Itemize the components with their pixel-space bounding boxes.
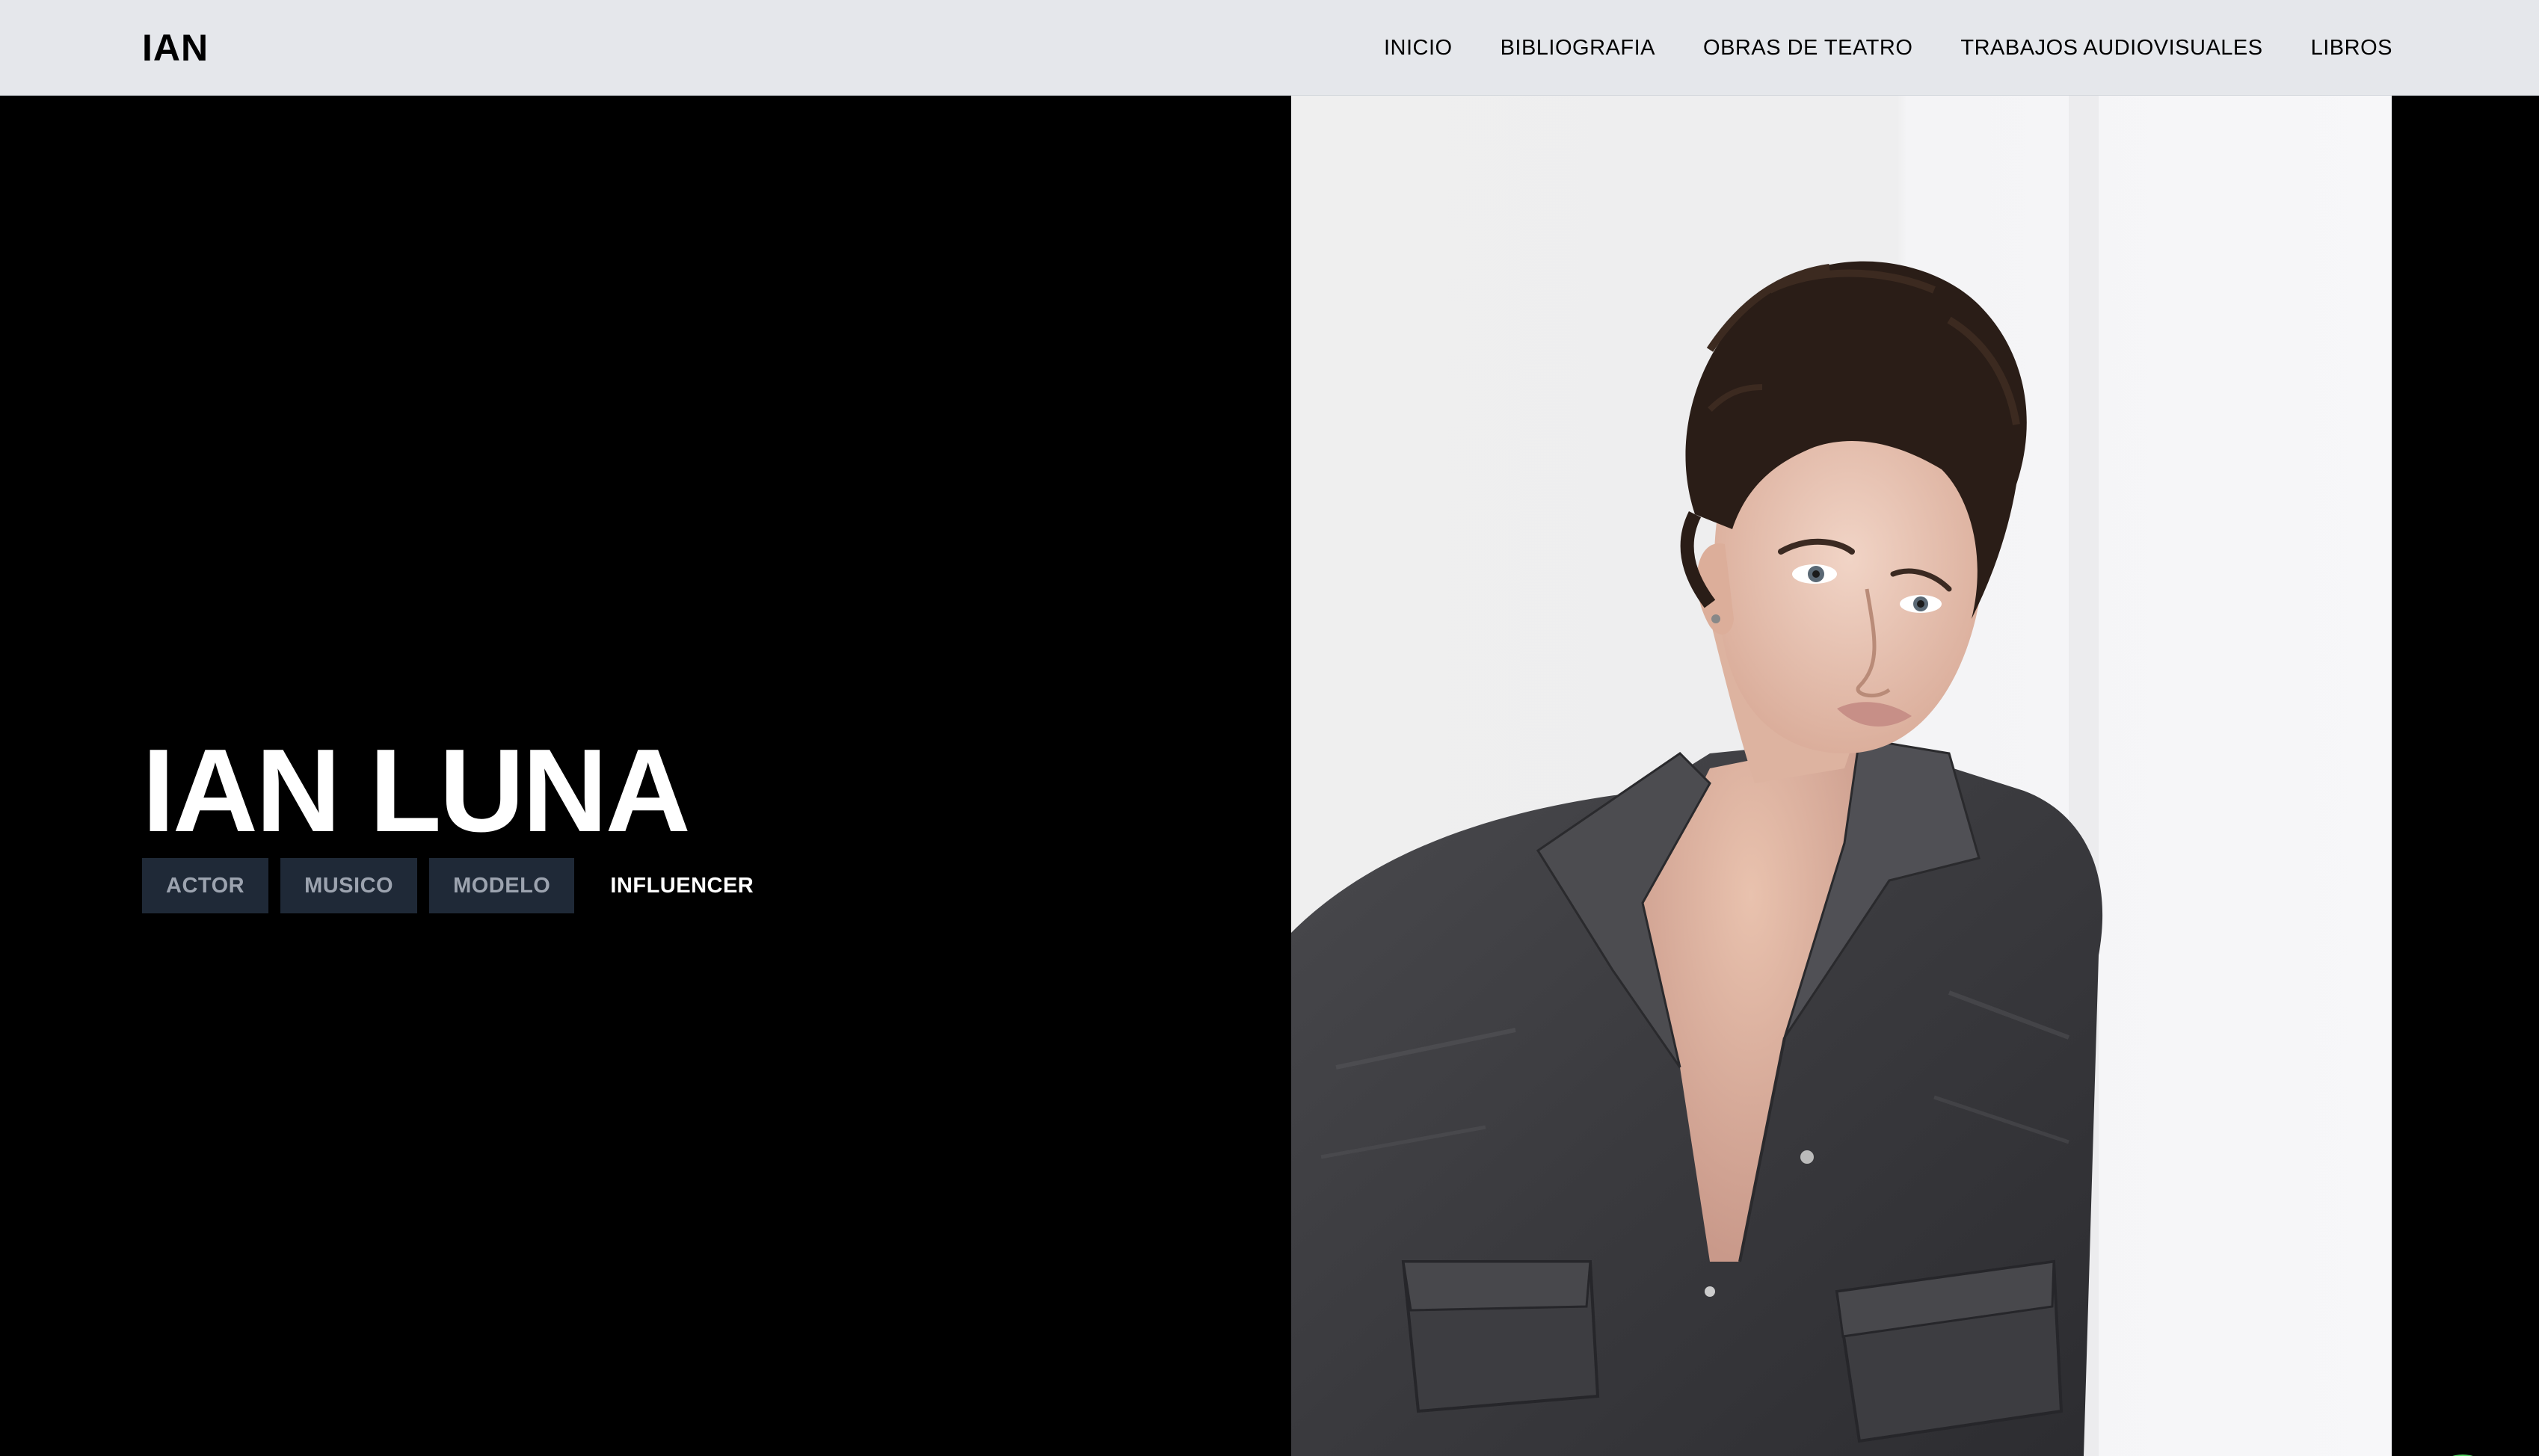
- menu-link-bibliografia[interactable]: BIBLIOGRAFIA: [1501, 36, 1655, 60]
- menu-link-trabajos-audiovisuales[interactable]: TRABAJOS AUDIOVISUALES: [1960, 36, 2262, 60]
- site-logo[interactable]: IAN: [142, 28, 209, 67]
- hero-title: IAN LUNA: [142, 725, 691, 857]
- portrait-illustration: [1291, 96, 2392, 1456]
- menu-item-obras-de-teatro: OBRAS DE TEATRO: [1703, 36, 1912, 60]
- portrait-photo: [1291, 96, 2392, 1456]
- menu-link-libros[interactable]: LIBROS: [2311, 36, 2392, 60]
- tag-influencer[interactable]: INFLUENCER: [586, 858, 778, 913]
- menu-link-inicio[interactable]: INICIO: [1384, 36, 1453, 60]
- top-navigation: IAN INICIO BIBLIOGRAFIA OBRAS DE TEATRO …: [0, 0, 2539, 96]
- role-tags: ACTOR MUSICO MODELO INFLUENCER: [142, 858, 778, 913]
- menu-item-bibliografia: BIBLIOGRAFIA: [1501, 36, 1655, 60]
- menu-link-obras-de-teatro[interactable]: OBRAS DE TEATRO: [1703, 36, 1912, 60]
- tag-modelo[interactable]: MODELO: [429, 858, 575, 913]
- menu-item-trabajos-audiovisuales: TRABAJOS AUDIOVISUALES: [1960, 36, 2262, 60]
- main-menu: INICIO BIBLIOGRAFIA OBRAS DE TEATRO TRAB…: [1384, 36, 2392, 60]
- menu-item-libros: LIBROS: [2311, 36, 2392, 60]
- tag-actor[interactable]: ACTOR: [142, 858, 269, 913]
- hero-section: IAN LUNA ACTOR MUSICO MODELO INFLUENCER: [0, 96, 2539, 1456]
- tag-musico[interactable]: MUSICO: [280, 858, 418, 913]
- menu-item-inicio: INICIO: [1384, 36, 1453, 60]
- page: IAN INICIO BIBLIOGRAFIA OBRAS DE TEATRO …: [0, 0, 2539, 1456]
